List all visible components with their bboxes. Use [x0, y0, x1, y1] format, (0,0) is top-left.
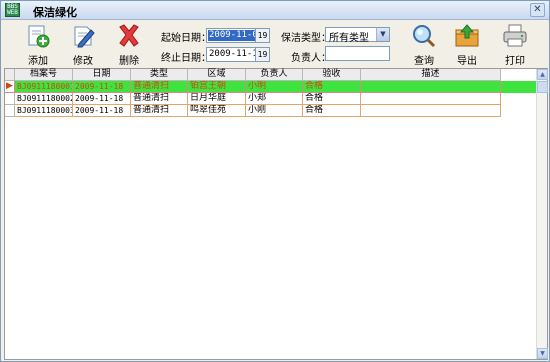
- type-select[interactable]: 所有类型 ▼: [325, 27, 390, 44]
- cell-owner[interactable]: 小刚: [246, 105, 303, 117]
- records-grid: 档案号 日期 类型 区域 负责人 验收 描述 ▶ BJ0911180001 20…: [4, 68, 548, 360]
- cell-acceptance[interactable]: 合格: [303, 93, 361, 105]
- export-button[interactable]: 导出: [447, 24, 487, 67]
- delete-label: 删除: [119, 56, 139, 67]
- current-row-marker: ▶: [5, 81, 15, 93]
- add-label: 添加: [28, 56, 48, 67]
- column-header-area[interactable]: 区域: [188, 69, 246, 81]
- column-header-acceptance[interactable]: 验收: [303, 69, 361, 81]
- cell-area[interactable]: 铂宫王朝: [188, 81, 246, 93]
- cell-type[interactable]: 普通清扫: [131, 93, 188, 105]
- query-label: 查询: [414, 56, 434, 67]
- scroll-up-icon[interactable]: ▲: [537, 69, 548, 80]
- cell-description[interactable]: [361, 81, 501, 93]
- table-row[interactable]: BJ0911180002 2009-11-18 普通清扫 日月华庭 小郑 合格: [5, 93, 537, 105]
- toolbar: 添加 修改 删除 起始日期： 2009-11-01 19 终止日期： 2009-…: [1, 21, 549, 67]
- cell-archive-no[interactable]: BJ0911180002: [15, 93, 73, 105]
- cell-acceptance[interactable]: 合格: [303, 105, 361, 117]
- cell-archive-no[interactable]: BJ0911180001: [15, 81, 73, 93]
- export-icon: [455, 24, 479, 47]
- magnifier-icon: [413, 25, 436, 48]
- header-indicator-cell: [5, 69, 15, 81]
- query-button[interactable]: 查询: [404, 24, 444, 67]
- row-indicator-cell: [5, 93, 15, 105]
- calendar-icon[interactable]: 19: [255, 48, 269, 61]
- column-header-type[interactable]: 类型: [131, 69, 188, 81]
- edit-icon: [74, 26, 95, 48]
- edit-label: 修改: [73, 56, 93, 67]
- column-header-date[interactable]: 日期: [73, 69, 131, 81]
- print-button[interactable]: 打印: [495, 24, 535, 67]
- cell-area[interactable]: 日月华庭: [188, 93, 246, 105]
- cell-area[interactable]: 鸣翠佳苑: [188, 105, 246, 117]
- delete-icon: [119, 24, 139, 47]
- table-row[interactable]: ▶ BJ0911180001 2009-11-18 普通清扫 铂宫王朝 小明 合…: [5, 81, 537, 93]
- cell-archive-no[interactable]: BJ0911180003: [15, 105, 73, 117]
- close-button[interactable]: ✕: [530, 3, 545, 17]
- chevron-down-icon[interactable]: ▼: [376, 28, 389, 41]
- cell-date[interactable]: 2009-11-18: [73, 105, 131, 117]
- column-header-owner[interactable]: 负责人: [246, 69, 303, 81]
- end-date-label: 终止日期：: [161, 53, 211, 64]
- edit-button[interactable]: 修改: [63, 24, 103, 67]
- type-select-value: 所有类型: [329, 33, 369, 44]
- end-date-field[interactable]: 2009-11-18 19: [206, 47, 270, 62]
- start-date-label: 起始日期：: [161, 33, 211, 44]
- app-icon: BBS WEB: [5, 3, 20, 17]
- app-window: BBS WEB 保洁绿化 ✕ 添加 修改 删除 起始日期： 2009-11-01…: [0, 0, 550, 362]
- calendar-icon[interactable]: 19: [255, 29, 269, 42]
- cell-description[interactable]: [361, 93, 501, 105]
- add-button[interactable]: 添加: [18, 24, 58, 67]
- cell-owner[interactable]: 小郑: [246, 93, 303, 105]
- scroll-down-icon[interactable]: ▼: [537, 348, 548, 359]
- row-indicator-cell: [5, 105, 15, 117]
- export-label: 导出: [457, 56, 477, 67]
- grid-header: 档案号 日期 类型 区域 负责人 验收 描述: [5, 69, 537, 81]
- printer-icon: [503, 24, 527, 47]
- delete-button[interactable]: 删除: [109, 24, 149, 67]
- type-label: 保洁类型：: [281, 33, 331, 44]
- scrollbar-thumb[interactable]: [537, 81, 548, 93]
- cell-type[interactable]: 普通清扫: [131, 105, 188, 117]
- add-icon: [28, 25, 50, 48]
- vertical-scrollbar[interactable]: ▲ ▼: [536, 69, 548, 359]
- owner-input[interactable]: [325, 46, 390, 61]
- cell-owner[interactable]: 小明: [246, 81, 303, 93]
- cell-type[interactable]: 普通清扫: [131, 81, 188, 93]
- cell-date[interactable]: 2009-11-18: [73, 81, 131, 93]
- window-title: 保洁绿化: [33, 6, 77, 19]
- title-bar: BBS WEB 保洁绿化 ✕: [1, 1, 549, 20]
- cell-acceptance[interactable]: 合格: [303, 81, 361, 93]
- cell-description[interactable]: [361, 105, 501, 117]
- column-header-archive-no[interactable]: 档案号: [15, 69, 73, 81]
- start-date-field[interactable]: 2009-11-01 19: [206, 28, 270, 43]
- cell-date[interactable]: 2009-11-18: [73, 93, 131, 105]
- table-row[interactable]: BJ0911180003 2009-11-18 普通清扫 鸣翠佳苑 小刚 合格: [5, 105, 537, 117]
- print-label: 打印: [505, 56, 525, 67]
- column-header-description[interactable]: 描述: [361, 69, 501, 81]
